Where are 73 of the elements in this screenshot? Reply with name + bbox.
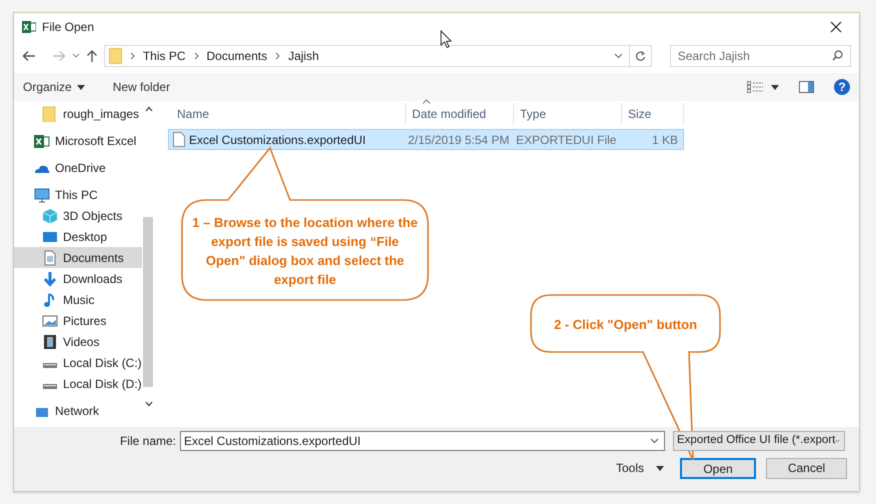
table-cell-text: EXPORTEDUI File xyxy=(516,132,616,148)
caret-icon xyxy=(76,84,85,90)
sidebar-item[interactable]: Videos xyxy=(14,331,142,352)
down-arrow-icon xyxy=(42,270,58,286)
sidebar-item[interactable]: Local Disk (C:) xyxy=(14,352,142,373)
file-name-field[interactable]: Excel Customizations.exportedUI xyxy=(180,431,665,451)
refresh-icon[interactable] xyxy=(634,50,646,62)
chevron-right-icon xyxy=(194,52,199,60)
column-header[interactable]: Name xyxy=(171,103,406,125)
file-name-label: File name: xyxy=(118,433,177,450)
sidebar-item[interactable]: Local Disk (D:) xyxy=(14,373,142,394)
caret-icon xyxy=(656,466,664,470)
file-type-dropdown[interactable]: Exported Office UI file (*.export xyxy=(673,431,845,451)
sidebar-item[interactable]: Network xyxy=(14,400,142,421)
file-row[interactable]: Excel Customizations.exportedUI 2/15/2019 5:54 PM EXPORTEDUI File 1 KB xyxy=(168,129,684,150)
chevron-right-icon xyxy=(275,52,280,60)
film-icon xyxy=(42,334,58,350)
help-button[interactable]: ? xyxy=(834,79,850,95)
column-header[interactable]: Type xyxy=(514,103,622,125)
callout-text: 1 – Browse to the location where the export file is saved using “File Open" dialog box and select the export file xyxy=(191,214,419,289)
open-button[interactable]: Open xyxy=(680,458,756,478)
folder-icon xyxy=(42,106,58,122)
drive-icon xyxy=(42,383,58,390)
chevron-down-icon[interactable] xyxy=(614,53,623,59)
sidebar-item[interactable]: 3D Objects xyxy=(14,205,142,226)
sidebar-item[interactable]: Pictures xyxy=(14,310,142,331)
view-options-icon[interactable] xyxy=(747,81,763,93)
address-bar[interactable]: This PC Documents Jajish xyxy=(104,45,652,67)
cancel-button[interactable]: Cancel xyxy=(766,458,847,478)
search-field[interactable]: Search Jajish xyxy=(670,45,852,67)
column-header[interactable]: Date modified xyxy=(406,103,514,125)
breadcrumb-item[interactable]: Jajish xyxy=(288,47,319,65)
close-icon xyxy=(830,21,842,33)
mouse-cursor-icon xyxy=(440,30,452,48)
chevron-down-icon xyxy=(835,438,840,444)
sidebar-item[interactable]: Downloads xyxy=(14,268,142,289)
chevron-down-icon xyxy=(650,438,659,444)
chevron-right-icon xyxy=(130,52,135,60)
chevron-down-icon[interactable] xyxy=(144,401,153,407)
up-arrow-icon[interactable] xyxy=(86,49,98,63)
drive-icon xyxy=(42,362,58,369)
sidebar-item[interactable]: Desktop xyxy=(14,226,142,247)
scrollbar-thumb[interactable] xyxy=(142,217,153,387)
table-cell-text: 1 KB xyxy=(652,132,678,148)
column-header[interactable]: Size xyxy=(622,103,684,125)
sidebar-item[interactable]: This PC xyxy=(14,184,142,205)
sidebar-item[interactable]: Documents xyxy=(14,247,142,268)
table-cell-text: 2/15/2019 5:54 PM xyxy=(408,132,510,148)
monitor-icon xyxy=(34,186,50,202)
cube-icon xyxy=(42,208,58,224)
new-folder-button[interactable]: New folder xyxy=(112,78,170,96)
sidebar-item[interactable]: OneDrive xyxy=(14,157,142,178)
callout-text: 2 - Click "Open" button xyxy=(552,316,698,334)
search-icon xyxy=(832,50,844,61)
breadcrumb-item[interactable]: This PC xyxy=(142,47,186,65)
chevron-up-icon[interactable] xyxy=(144,106,153,112)
back-arrow-icon[interactable] xyxy=(22,50,36,62)
excel-icon xyxy=(22,20,36,34)
tools-button[interactable]: Tools xyxy=(616,459,664,477)
sidebar-item[interactable]: rough_images xyxy=(14,103,142,124)
organize-button[interactable]: Organize xyxy=(23,78,85,96)
table-cell-text: Excel Customizations.exportedUI xyxy=(189,132,366,148)
document-icon xyxy=(42,250,58,266)
breadcrumb-item[interactable]: Documents xyxy=(206,47,268,65)
picture-icon xyxy=(42,312,58,328)
excel-icon xyxy=(34,132,50,148)
caret-icon[interactable] xyxy=(771,84,779,90)
preview-pane-icon[interactable] xyxy=(799,81,814,93)
sidebar-item[interactable]: Music xyxy=(14,289,142,310)
file-icon xyxy=(173,132,185,147)
window-title: File Open xyxy=(42,19,94,36)
folder-icon xyxy=(108,48,122,64)
sidebar-item[interactable]: Microsoft Excel xyxy=(14,130,142,151)
